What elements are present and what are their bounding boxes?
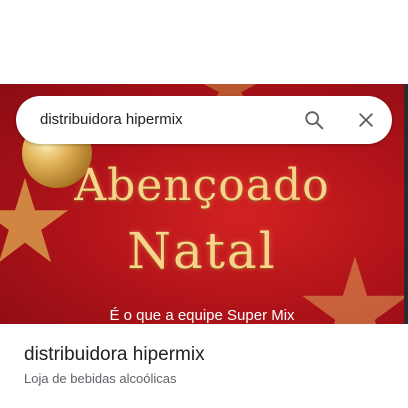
top-blank-area (0, 0, 408, 84)
place-category: Loja de bebidas alcoólicas (24, 371, 177, 386)
close-icon (359, 113, 373, 127)
search-input[interactable] (40, 96, 280, 144)
scrollbar[interactable] (404, 84, 408, 324)
search-bar[interactable] (16, 96, 392, 144)
place-info-panel[interactable]: distribuidora hipermix Loja de bebidas a… (0, 324, 408, 408)
search-icon (305, 111, 324, 130)
clear-search-button[interactable] (348, 102, 384, 138)
hero-title-line2: Natal (127, 222, 277, 280)
hero-title-line1: Abençoado (74, 160, 330, 211)
place-name[interactable]: distribuidora hipermix (24, 344, 205, 366)
hero-tagline: É o que a equipe Super Mix (109, 307, 295, 324)
search-button[interactable] (296, 102, 332, 138)
